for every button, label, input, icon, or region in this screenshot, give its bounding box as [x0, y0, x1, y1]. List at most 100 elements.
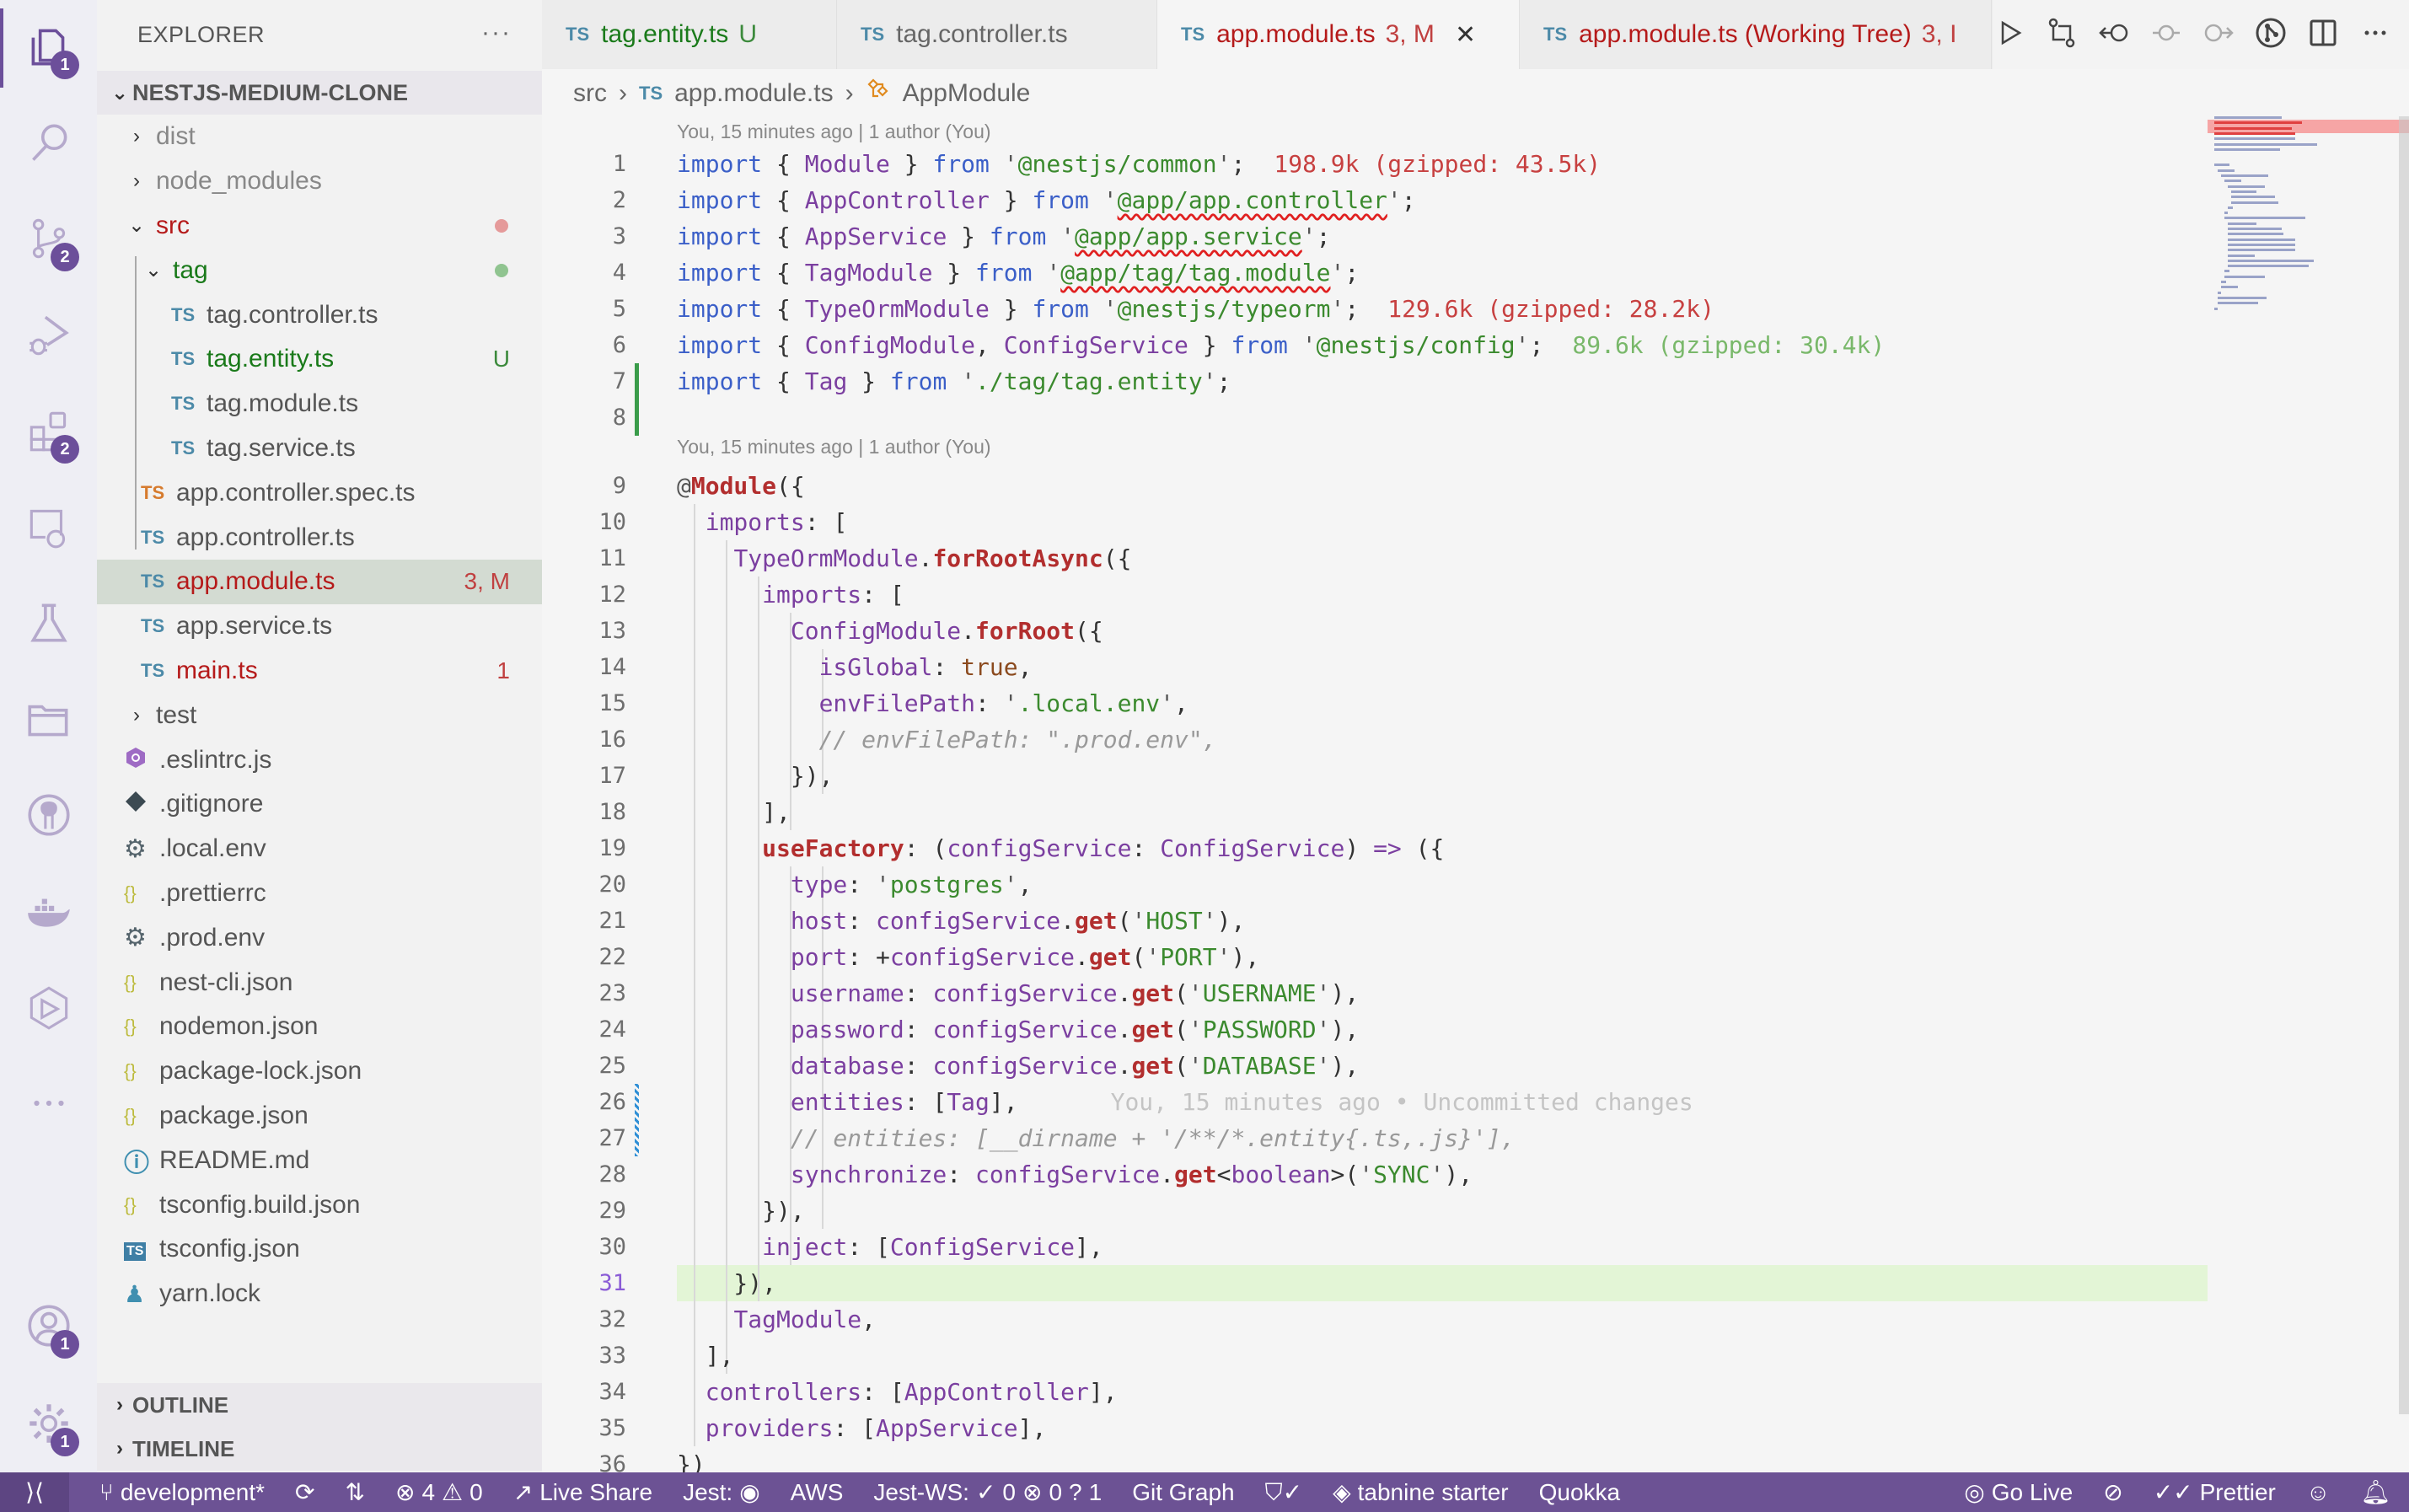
- file-item[interactable]: TS tag.service.ts: [97, 426, 542, 471]
- code-line[interactable]: // envFilePath: ".prod.env",: [677, 721, 1217, 758]
- close-tab-icon[interactable]: ✕: [1455, 20, 1476, 50]
- code-line[interactable]: }): [677, 1446, 706, 1472]
- activity-testing[interactable]: [0, 578, 97, 671]
- folder-item[interactable]: › dist: [97, 115, 542, 159]
- editor-tab[interactable]: TS app.module.ts 3, M ✕: [1157, 0, 1520, 69]
- sidebar-more-actions-button[interactable]: ···: [481, 19, 512, 47]
- code-line[interactable]: envFilePath: '.local.env',: [677, 685, 1188, 721]
- activity-more[interactable]: [0, 1059, 97, 1151]
- previous-change-icon[interactable]: [2097, 16, 2131, 54]
- code-line[interactable]: imports: [: [677, 576, 904, 613]
- code-line[interactable]: import { TagModule } from '@app/tag/tag.…: [677, 255, 1359, 291]
- file-item[interactable]: {} tsconfig.build.json: [97, 1182, 542, 1227]
- code-line[interactable]: ConfigModule.forRoot({: [677, 613, 1103, 649]
- status-branch[interactable]: ⑂ development*: [99, 1479, 265, 1506]
- code-line[interactable]: import { AppController } from '@app/app.…: [677, 182, 1416, 218]
- file-item[interactable]: {} nodemon.json: [97, 1005, 542, 1049]
- activity-manage[interactable]: 1: [0, 1379, 97, 1472]
- code-line[interactable]: import { AppService } from '@app/app.ser…: [677, 218, 1330, 255]
- code-line[interactable]: providers: [AppService],: [677, 1410, 1047, 1446]
- code-line[interactable]: import { Module } from '@nestjs/common';…: [677, 146, 1601, 182]
- file-item[interactable]: TS tag.entity.ts U: [97, 337, 542, 382]
- activity-source-control[interactable]: 2: [0, 194, 97, 287]
- file-item[interactable]: TS app.module.ts 3, M: [97, 559, 542, 604]
- status-aws[interactable]: AWS: [791, 1479, 844, 1506]
- code-editor[interactable]: You, 15 minutes ago | 1 author (You) You,…: [542, 118, 2208, 1472]
- codelens-blame[interactable]: You, 15 minutes ago | 1 author (You): [677, 121, 991, 143]
- file-item[interactable]: TS tsconfig.json: [97, 1227, 542, 1272]
- more-actions-icon[interactable]: [2358, 16, 2392, 54]
- breadcrumb-item-src[interactable]: src: [573, 79, 607, 108]
- status-tabnine[interactable]: ◈ tabnine starter: [1333, 1478, 1509, 1506]
- folder-item[interactable]: › node_modules: [97, 159, 542, 204]
- code-line[interactable]: @Module({: [677, 468, 805, 504]
- code-line[interactable]: import { ConfigModule, ConfigService } f…: [677, 327, 1885, 363]
- file-item[interactable]: ⓘ README.md: [97, 1138, 542, 1182]
- workspace-root-folder[interactable]: ⌄ NESTJS-MEDIUM-CLONE: [97, 71, 542, 115]
- activity-docker[interactable]: [0, 866, 97, 959]
- revert-icon[interactable]: [2149, 16, 2183, 54]
- activity-run-debug[interactable]: [0, 290, 97, 383]
- code-line[interactable]: port: +configService.get('PORT'),: [677, 939, 1259, 975]
- code-line[interactable]: import { TypeOrmModule } from '@nestjs/t…: [677, 291, 1714, 327]
- status-jest[interactable]: Jest: ◉: [683, 1478, 760, 1506]
- code-line[interactable]: }),: [677, 1193, 805, 1229]
- file-item[interactable]: TS tag.module.ts: [97, 382, 542, 426]
- code-line[interactable]: TagModule,: [677, 1301, 876, 1338]
- breadcrumb-item-file[interactable]: app.module.ts: [674, 79, 833, 108]
- status-git-graph[interactable]: Git Graph: [1132, 1479, 1234, 1506]
- status-jest-ws[interactable]: Jest-WS: ✓ 0 ⊗ 0? 1: [873, 1478, 1102, 1506]
- git-modified-gutter-marker[interactable]: [635, 1084, 639, 1156]
- code-line[interactable]: type: 'postgres',: [677, 866, 1033, 903]
- code-line[interactable]: import { Tag } from './tag/tag.entity';: [677, 363, 1231, 399]
- status-security[interactable]: ⛉✓: [1265, 1478, 1302, 1507]
- code-line[interactable]: username: configService.get('USERNAME'),: [677, 975, 1359, 1011]
- file-item[interactable]: TS app.service.ts: [97, 604, 542, 649]
- code-line[interactable]: ],: [677, 794, 791, 830]
- status-go-live[interactable]: ◎ Go Live: [1964, 1478, 2073, 1506]
- activity-quokka[interactable]: [0, 962, 97, 1055]
- file-item[interactable]: ⚙ .prod.env: [97, 915, 542, 960]
- status-notifications[interactable]: 🔔︎: [2360, 1478, 2390, 1506]
- file-item[interactable]: .eslintrc.js: [97, 737, 542, 782]
- activity-project-manager[interactable]: [0, 674, 97, 767]
- code-line[interactable]: TypeOrmModule.forRootAsync({: [677, 540, 1131, 576]
- folder-item[interactable]: ⌄ src: [97, 204, 542, 249]
- file-item[interactable]: ⚙ .local.env: [97, 827, 542, 871]
- code-line[interactable]: host: configService.get('HOST'),: [677, 903, 1245, 939]
- code-line[interactable]: database: configService.get('DATABASE'),: [677, 1048, 1359, 1084]
- editor-tab[interactable]: TS app.module.ts (Working Tree) 3, I: [1520, 0, 1992, 69]
- split-editor-icon[interactable]: [2306, 16, 2340, 54]
- file-item[interactable]: TS app.controller.ts: [97, 515, 542, 560]
- code-line[interactable]: }),: [677, 1265, 776, 1301]
- file-item[interactable]: TS tag.controller.ts: [97, 292, 542, 337]
- status-live-share[interactable]: ↗ Live Share: [513, 1478, 652, 1506]
- code-line[interactable]: controllers: [AppController],: [677, 1374, 1118, 1410]
- editor-tab[interactable]: TS tag.entity.ts U: [542, 0, 837, 69]
- code-line[interactable]: synchronize: configService.get<boolean>(…: [677, 1156, 1473, 1193]
- code-line[interactable]: ],: [677, 1338, 734, 1374]
- code-line[interactable]: entities: [Tag], You, 15 minutes ago • Un…: [677, 1084, 1693, 1120]
- activity-explorer[interactable]: 1: [0, 2, 97, 94]
- code-line[interactable]: password: configService.get('PASSWORD'),: [677, 1011, 1359, 1048]
- minimap[interactable]: [2208, 116, 2409, 1472]
- file-item[interactable]: {} package-lock.json: [97, 1049, 542, 1094]
- file-item[interactable]: .gitignore: [97, 782, 542, 827]
- editor-tab[interactable]: TS tag.controller.ts: [837, 0, 1157, 69]
- code-line[interactable]: imports: [: [677, 504, 848, 540]
- timeline-section-header[interactable]: › TIMELINE: [97, 1427, 542, 1471]
- file-item[interactable]: ♟ yarn.lock: [97, 1272, 542, 1316]
- activity-accounts[interactable]: 1: [0, 1281, 97, 1374]
- code-line[interactable]: // entities: [__dirname + '/**/*.entity{…: [677, 1120, 1516, 1156]
- code-line[interactable]: inject: [ConfigService],: [677, 1229, 1103, 1265]
- folder-item[interactable]: › test: [97, 693, 542, 737]
- activity-github[interactable]: [0, 770, 97, 863]
- git-lens-icon[interactable]: [2254, 16, 2288, 54]
- file-item[interactable]: TS main.ts 1: [97, 649, 542, 694]
- status-git-compare[interactable]: ⇅: [346, 1478, 365, 1506]
- git-added-gutter-marker[interactable]: [635, 363, 639, 436]
- activity-extensions[interactable]: 2: [0, 386, 97, 479]
- outline-section-header[interactable]: › OUTLINE: [97, 1383, 542, 1427]
- inline-blame-annotation[interactable]: You, 15 minutes ago • Uncommitted change…: [1111, 1088, 1693, 1116]
- activity-search[interactable]: [0, 98, 97, 190]
